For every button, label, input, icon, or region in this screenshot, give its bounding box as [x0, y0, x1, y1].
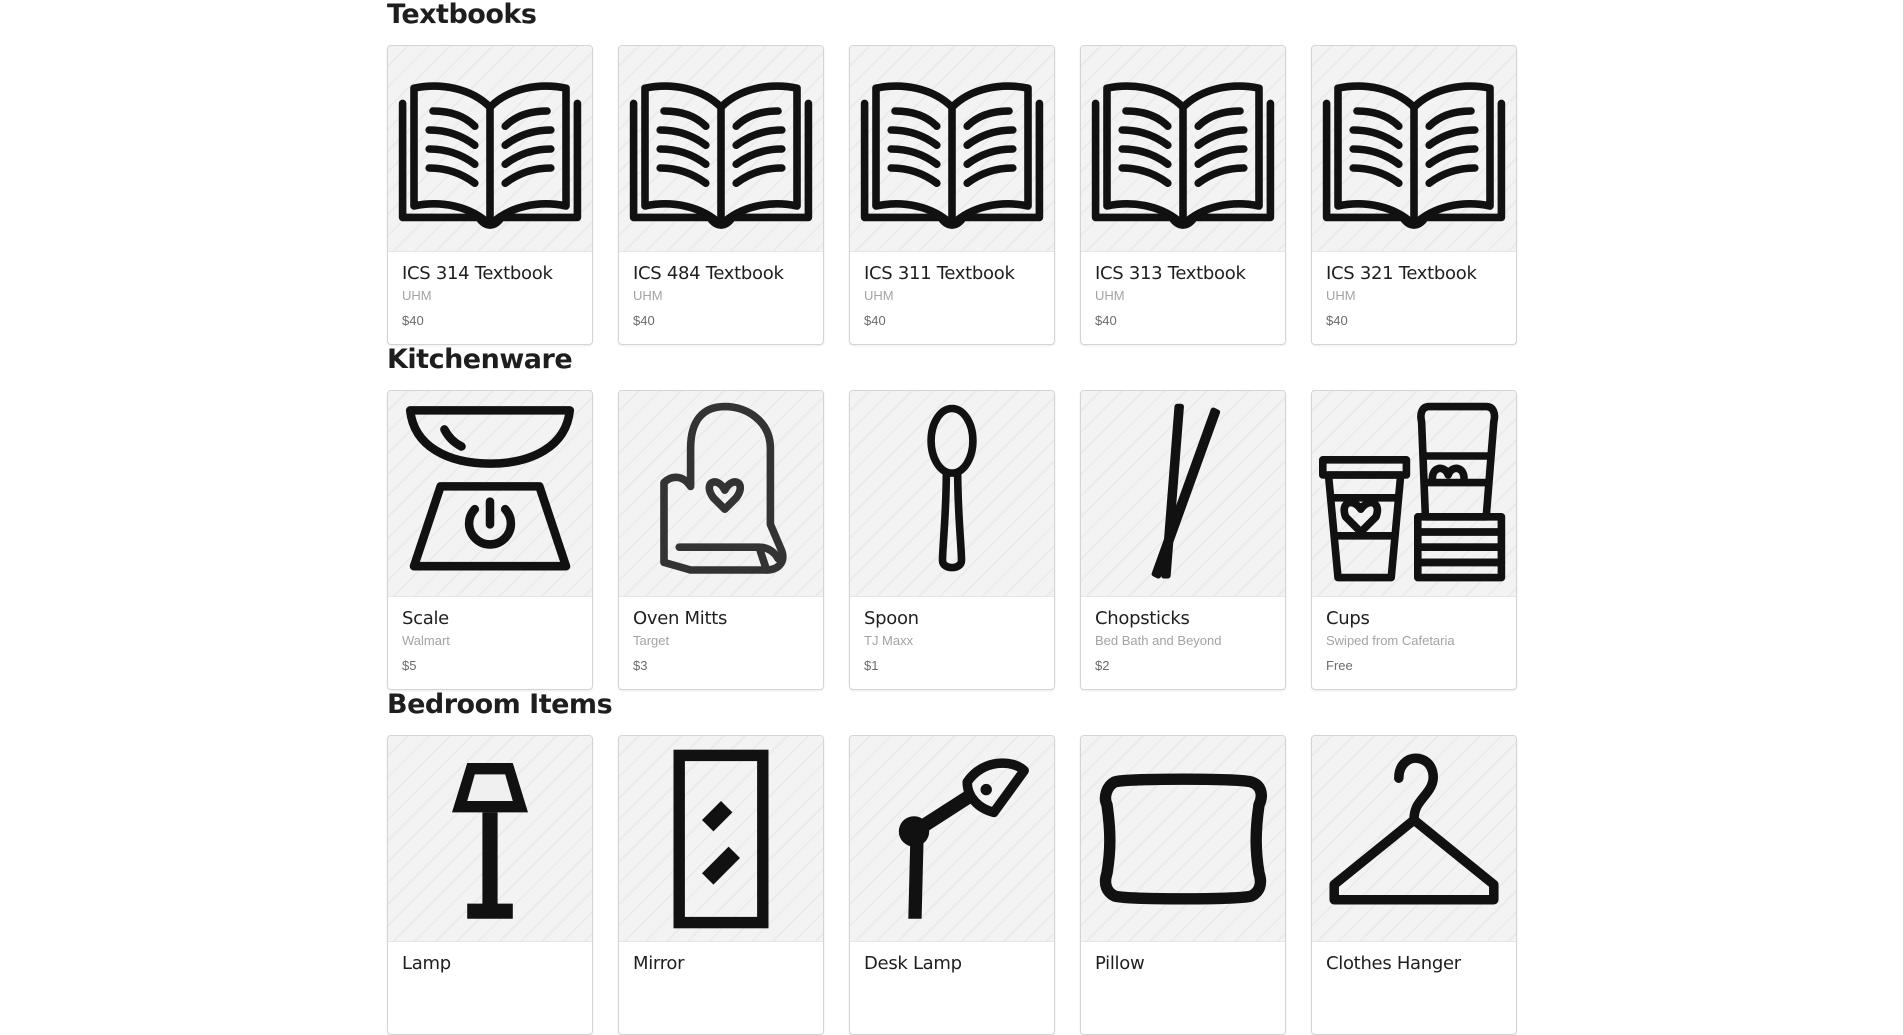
item-card[interactable]: Scale Walmart $5: [387, 390, 593, 690]
card-image: [1081, 736, 1285, 942]
card-image: [1312, 391, 1516, 597]
item-price: $40: [1326, 313, 1348, 328]
item-name[interactable]: ICS 321 Textbook: [1326, 263, 1502, 285]
main-container: Textbooks ICS 314 Textbook UHM $40 ICS 4…: [387, 0, 1517, 1035]
card-image: [619, 46, 823, 252]
card-image: [388, 736, 592, 942]
clothes-hanger-icon: [1329, 753, 1499, 905]
oven-mitt-icon: [660, 402, 787, 574]
card-image: [850, 391, 1054, 597]
item-price: $40: [864, 313, 886, 328]
section-bedroom-items: Bedroom Items Lamp Mirror Desk Lamp Pill…: [387, 690, 1517, 1035]
section-title: Kitchenware: [387, 344, 573, 375]
item-source: Target: [633, 633, 670, 648]
item-card[interactable]: Lamp: [387, 735, 593, 1035]
open-book-icon: [629, 81, 813, 229]
item-source: UHM: [1326, 288, 1356, 303]
item-source: Bed Bath and Beyond: [1095, 633, 1222, 648]
card-image: [1081, 391, 1285, 597]
item-name[interactable]: ICS 314 Textbook: [402, 263, 578, 285]
item-price: $5: [402, 658, 417, 673]
item-price: $1: [864, 658, 879, 673]
card-image: [1312, 736, 1516, 942]
item-card[interactable]: Chopsticks Bed Bath and Beyond $2: [1080, 390, 1286, 690]
open-book-icon: [1091, 81, 1275, 229]
item-card[interactable]: Cups Swiped from Cafetaria Free: [1311, 390, 1517, 690]
section-kitchenware: Kitchenware Scale Walmart $5 Oven Mitts …: [387, 345, 1517, 690]
card-image: [619, 391, 823, 597]
item-card[interactable]: ICS 311 Textbook UHM $40: [849, 45, 1055, 345]
scale-icon: [405, 405, 575, 570]
item-card[interactable]: ICS 484 Textbook UHM $40: [618, 45, 824, 345]
item-card[interactable]: Oven Mitts Target $3: [618, 390, 824, 690]
desk-lamp-icon: [898, 757, 1029, 919]
item-price: $40: [633, 313, 655, 328]
item-name[interactable]: Pillow: [1095, 953, 1271, 975]
item-source: UHM: [633, 288, 663, 303]
cups-icon: [1319, 402, 1506, 581]
item-card[interactable]: ICS 313 Textbook UHM $40: [1080, 45, 1286, 345]
item-name[interactable]: Oven Mitts: [633, 608, 809, 630]
item-name[interactable]: ICS 313 Textbook: [1095, 263, 1271, 285]
open-book-icon: [860, 81, 1044, 229]
item-name[interactable]: Clothes Hanger: [1326, 953, 1502, 975]
item-card[interactable]: ICS 314 Textbook UHM $40: [387, 45, 593, 345]
card-grid: Scale Walmart $5 Oven Mitts Target $3 Sp…: [387, 390, 1517, 690]
chopsticks-icon: [1151, 403, 1221, 579]
section-textbooks: Textbooks ICS 314 Textbook UHM $40 ICS 4…: [387, 0, 1517, 345]
item-name[interactable]: Mirror: [633, 953, 809, 975]
item-name[interactable]: Scale: [402, 608, 578, 630]
item-name[interactable]: ICS 311 Textbook: [864, 263, 1040, 285]
item-price: $3: [633, 658, 648, 673]
floor-lamp-icon: [452, 762, 528, 919]
item-card[interactable]: Spoon TJ Maxx $1: [849, 390, 1055, 690]
item-source: UHM: [402, 288, 432, 303]
item-name[interactable]: Desk Lamp: [864, 953, 1040, 975]
item-source: UHM: [864, 288, 894, 303]
item-card[interactable]: Mirror: [618, 735, 824, 1035]
item-name[interactable]: Chopsticks: [1095, 608, 1271, 630]
item-price: $40: [1095, 313, 1117, 328]
item-price: $2: [1095, 658, 1110, 673]
spoon-icon: [927, 404, 977, 571]
item-card[interactable]: Pillow: [1080, 735, 1286, 1035]
section-title: Textbooks: [387, 0, 537, 30]
card-grid: ICS 314 Textbook UHM $40 ICS 484 Textboo…: [387, 45, 1517, 345]
item-card[interactable]: Clothes Hanger: [1311, 735, 1517, 1035]
card-grid: Lamp Mirror Desk Lamp Pillow Clothes Han…: [387, 735, 1517, 1035]
item-card[interactable]: ICS 321 Textbook UHM $40: [1311, 45, 1517, 345]
item-source: TJ Maxx: [864, 633, 914, 648]
item-source: Swiped from Cafetaria: [1326, 633, 1455, 648]
item-card[interactable]: Desk Lamp: [849, 735, 1055, 1035]
open-book-icon: [398, 81, 582, 229]
card-image: [388, 391, 592, 597]
item-price: $40: [402, 313, 424, 328]
card-image: [388, 46, 592, 252]
card-image: [619, 736, 823, 942]
item-name[interactable]: ICS 484 Textbook: [633, 263, 809, 285]
card-image: [850, 46, 1054, 252]
mirror-icon: [673, 749, 769, 928]
section-title: Bedroom Items: [387, 689, 613, 720]
item-name[interactable]: Spoon: [864, 608, 1040, 630]
item-source: UHM: [1095, 288, 1125, 303]
card-image: [1312, 46, 1516, 252]
card-image: [850, 736, 1054, 942]
pillow-icon: [1099, 772, 1267, 905]
item-source: Walmart: [402, 633, 450, 648]
card-image: [1081, 46, 1285, 252]
item-name[interactable]: Lamp: [402, 953, 578, 975]
item-price: Free: [1326, 658, 1353, 673]
open-book-icon: [1322, 81, 1506, 229]
item-name[interactable]: Cups: [1326, 608, 1502, 630]
